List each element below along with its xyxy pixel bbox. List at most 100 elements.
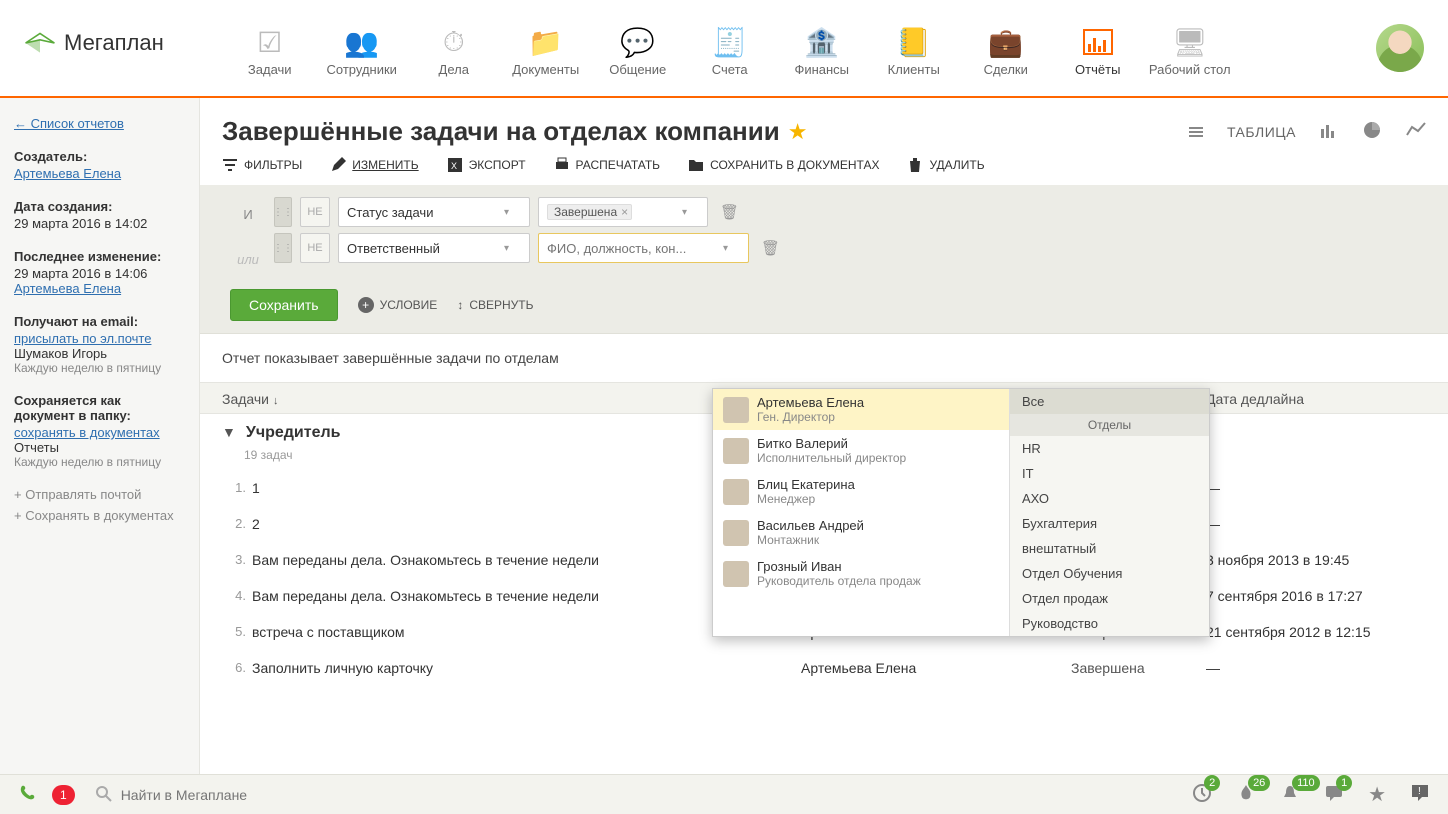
dept-option[interactable]: IT [1010, 461, 1209, 486]
email-user: Шумаков Игорь [14, 346, 185, 361]
not-toggle[interactable]: НЕ [300, 233, 330, 263]
nav-Сотрудники[interactable]: 👥Сотрудники [316, 18, 408, 77]
filter-action-bar: Сохранить +УСЛОВИЕ ↕СВЕРНУТЬ [200, 281, 1448, 334]
bottom-bar: 1 2 26 110 1 ★ ! [0, 774, 1448, 814]
filter-value-select[interactable]: Завершена [538, 197, 708, 227]
drag-handle-icon[interactable]: ⋮⋮ [274, 233, 292, 263]
notifications-bell-icon[interactable]: 110 [1280, 783, 1300, 806]
task-deadline: — [1206, 660, 1426, 676]
favorite-star-icon[interactable]: ★ [788, 119, 808, 145]
add-save-docs[interactable]: Сохранять в документах [14, 508, 185, 523]
person-option[interactable]: Васильев АндрейМонтажник [713, 512, 1009, 553]
updated-date: 29 марта 2016 в 14:06 [14, 266, 185, 281]
global-search[interactable] [91, 781, 1176, 809]
add-condition-button[interactable]: +УСЛОВИЕ [358, 297, 438, 313]
filters-button[interactable]: ФИЛЬТРЫ [222, 157, 302, 173]
col-deadline[interactable]: Дата дедлайна [1206, 391, 1426, 407]
global-search-input[interactable] [91, 781, 1176, 809]
print-button[interactable]: РАСПЕЧАТАТЬ [554, 157, 661, 173]
back-to-reports-link[interactable]: ← Список отчетов [14, 116, 185, 131]
nav-Задачи[interactable]: ☑Задачи [224, 18, 316, 77]
filter-field-select[interactable]: Статус задачи [338, 197, 530, 227]
remove-filter-icon[interactable]: 🗑 [716, 203, 743, 221]
person-avatar [723, 561, 749, 587]
pie-chart-icon[interactable] [1362, 120, 1382, 143]
group-count: 19 задач [244, 448, 293, 462]
row-number: 4. [222, 588, 252, 604]
phone-icon[interactable] [18, 784, 36, 805]
nav-Отчёты[interactable]: Отчёты [1052, 18, 1144, 77]
table-row[interactable]: 6.Заполнить личную карточкуАртемьева Еле… [200, 650, 1448, 686]
nav-Клиенты[interactable]: 📒Клиенты [868, 18, 960, 77]
email-send-link[interactable]: присылать по эл.почте [14, 331, 151, 346]
search-icon [95, 785, 113, 806]
person-option[interactable]: Битко ВалерийИсполнительный директор [713, 430, 1009, 471]
save-to-docs-button[interactable]: СОХРАНИТЬ В ДОКУМЕНТАХ [688, 157, 879, 173]
filter-field-select[interactable]: Ответственный [338, 233, 530, 263]
line-chart-icon[interactable] [1406, 121, 1426, 142]
svg-text:X: X [451, 161, 457, 171]
filter-tag[interactable]: Завершена [547, 204, 632, 220]
person-avatar [723, 397, 749, 423]
save-filter-button[interactable]: Сохранить [230, 289, 338, 321]
logic-or[interactable]: или [230, 252, 266, 267]
alerts-clock-icon[interactable]: 2 [1192, 783, 1212, 806]
task-name[interactable]: Заполнить личную карточку [252, 660, 801, 676]
dept-option[interactable]: АХО [1010, 486, 1209, 511]
export-button[interactable]: XЭКСПОРТ [447, 157, 526, 173]
dept-filter-panel: Все Отделы HRITАХОБухгалтериявнештатныйО… [1009, 389, 1209, 636]
feedback-icon[interactable]: ! [1410, 783, 1430, 806]
nav-Дела[interactable]: ⏱Дела [408, 18, 500, 77]
dept-option[interactable]: Бухгалтерия [1010, 511, 1209, 536]
task-status: Завершена [1071, 660, 1206, 676]
save-freq: Каждую неделю в пятницу [14, 455, 185, 469]
collapse-button[interactable]: ↕СВЕРНУТЬ [457, 298, 533, 312]
responsible-dropdown: Артемьева ЕленаГен. ДиректорБитко Валери… [712, 388, 1210, 637]
edit-button[interactable]: ИЗМЕНИТЬ [330, 157, 418, 173]
bar-chart-icon[interactable] [1320, 121, 1338, 142]
people-list: Артемьева ЕленаГен. ДиректорБитко Валери… [713, 389, 1009, 619]
person-avatar [723, 520, 749, 546]
nav-Документы[interactable]: 📁Документы [500, 18, 592, 77]
report-title: Завершённые задачи на отделах компании [222, 116, 780, 147]
nav-Рабочий стол[interactable]: 🖥Рабочий стол [1144, 18, 1236, 77]
collapse-group-icon[interactable]: ▼ [222, 424, 236, 440]
add-send-mail[interactable]: Отправлять почтой [14, 487, 185, 502]
nav-Общение[interactable]: 💬Общение [592, 18, 684, 77]
person-option[interactable]: Блиц ЕкатеринаМенеджер [713, 471, 1009, 512]
report-description: Отчет показывает завершённые задачи по о… [200, 334, 1448, 382]
dept-option[interactable]: Отдел продаж [1010, 586, 1209, 611]
delete-button[interactable]: УДАЛИТЬ [907, 157, 984, 173]
creator-link[interactable]: Артемьева Елена [14, 166, 121, 181]
filter-row-1: ⋮⋮ НЕ Статус задачи Завершена 🗑 [274, 197, 1418, 227]
not-toggle[interactable]: НЕ [300, 197, 330, 227]
person-option[interactable]: Грозный ИванРуководитель отдела продаж [713, 553, 1009, 594]
hot-icon[interactable]: 26 [1236, 783, 1256, 806]
sidebar: ← Список отчетов Создатель:Артемьева Еле… [0, 98, 200, 774]
task-responsible: Артемьева Елена [801, 660, 1071, 676]
dept-option[interactable]: HR [1010, 436, 1209, 461]
user-avatar[interactable] [1376, 24, 1424, 72]
save-docs-link[interactable]: сохранять в документах [14, 425, 160, 440]
updated-by-link[interactable]: Артемьева Елена [14, 281, 121, 296]
dept-option[interactable]: Отдел Обучения [1010, 561, 1209, 586]
drag-handle-icon[interactable]: ⋮⋮ [274, 197, 292, 227]
favorites-star-icon[interactable]: ★ [1368, 782, 1386, 807]
view-mode-label[interactable]: ТАБЛИЦА [1227, 124, 1296, 140]
dept-option[interactable]: Руководство [1010, 611, 1209, 636]
dept-all[interactable]: Все [1010, 389, 1209, 414]
row-number: 1. [222, 480, 252, 496]
person-option[interactable]: Артемьева ЕленаГен. Директор [713, 389, 1009, 430]
nav-Счета[interactable]: 🧾Счета [684, 18, 776, 77]
list-view-icon[interactable] [1189, 127, 1203, 137]
chat-icon[interactable]: 1 [1324, 783, 1344, 806]
nav-Финансы[interactable]: 🏦Финансы [776, 18, 868, 77]
main-panel: Завершённые задачи на отделах компании ★… [200, 98, 1448, 774]
dept-option[interactable]: внештатный [1010, 536, 1209, 561]
save-folder: Отчеты [14, 440, 185, 455]
created-label: Дата создания: [14, 199, 185, 214]
responsible-input[interactable] [538, 233, 749, 263]
remove-filter-icon[interactable]: 🗑 [757, 239, 784, 257]
nav-Сделки[interactable]: 💼Сделки [960, 18, 1052, 77]
logo[interactable]: Мегаплан [24, 30, 164, 56]
